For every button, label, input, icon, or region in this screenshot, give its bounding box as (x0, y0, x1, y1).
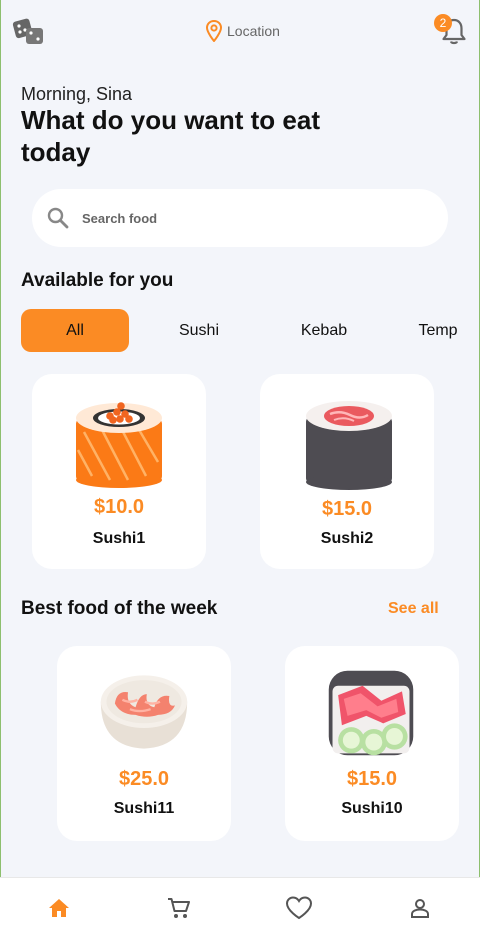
price-label: $25.0 (118, 768, 170, 790)
tuna-cucumber-roll-icon (328, 670, 414, 756)
tab-kebab[interactable]: Kebab (286, 309, 362, 352)
price-label: $15.0 (321, 498, 373, 520)
nori-roll-icon (306, 401, 392, 490)
bottom-navigation (0, 877, 480, 936)
person-icon (411, 899, 429, 918)
location-selector[interactable]: Location (206, 20, 280, 42)
food-name: Sushi10 (341, 800, 403, 817)
tab-all[interactable]: All (21, 309, 129, 352)
search-icon (47, 207, 69, 229)
map-pin-icon (206, 20, 222, 42)
nav-favorites[interactable] (284, 894, 314, 922)
cart-icon (168, 898, 190, 918)
salmon-roll-icon (76, 402, 162, 488)
available-section-title: Available for you (21, 270, 174, 291)
food-card-sushi1[interactable]: $10.0 Sushi1 (32, 374, 206, 569)
price-label: $10.0 (93, 496, 145, 518)
search-bar (32, 189, 448, 247)
nav-home[interactable] (44, 894, 74, 922)
best-section-title: Best food of the week (21, 598, 218, 619)
shrimp-bowl-icon (100, 675, 188, 749)
home-icon (49, 899, 69, 917)
food-name: Sushi2 (320, 530, 374, 547)
dice-icon[interactable] (12, 16, 46, 46)
notification-badge: 2 (434, 14, 452, 32)
price-label: $15.0 (346, 768, 398, 790)
greeting-text: Morning, Sina (21, 84, 133, 104)
page-headline: What do you want to eat today (21, 105, 320, 167)
food-card-sushi10[interactable]: $15.0 Sushi10 (285, 646, 459, 841)
heart-icon (285, 896, 313, 920)
top-bar: Location 2 (0, 0, 480, 62)
frame-border-left (0, 0, 1, 936)
food-card-sushi11[interactable]: $25.0 Sushi11 (57, 646, 231, 841)
tab-sushi[interactable]: Sushi (160, 309, 238, 352)
see-all-link[interactable]: See all (388, 600, 439, 618)
food-card-sushi2[interactable]: $15.0 Sushi2 (260, 374, 434, 569)
search-input[interactable] (82, 205, 422, 231)
food-name: Sushi1 (92, 530, 146, 547)
food-name: Sushi11 (113, 800, 175, 817)
tab-temp[interactable]: Temp (410, 309, 466, 352)
nav-cart[interactable] (164, 894, 194, 922)
location-label: Location (227, 23, 280, 39)
nav-profile[interactable] (405, 894, 435, 922)
